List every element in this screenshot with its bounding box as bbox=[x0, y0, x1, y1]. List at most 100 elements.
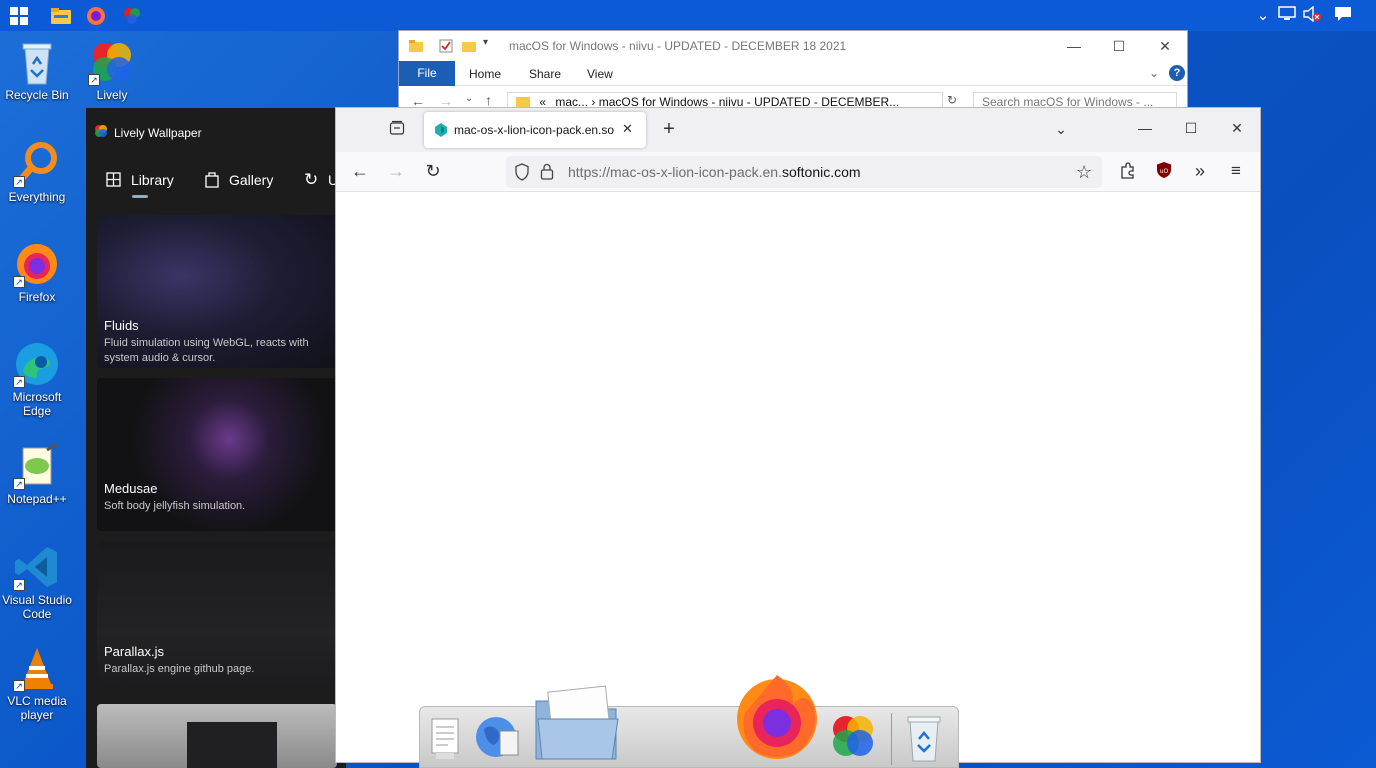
lock-icon[interactable] bbox=[540, 163, 554, 185]
ribbon-tab-view[interactable]: View bbox=[587, 67, 613, 81]
help-icon[interactable]: ? bbox=[1169, 65, 1185, 81]
wallpaper-name: Parallax.js bbox=[104, 644, 164, 659]
windows-start-icon[interactable] bbox=[8, 5, 30, 27]
shortcut-arrow-icon: ↗ bbox=[13, 478, 25, 490]
network-globe-icon[interactable] bbox=[472, 711, 524, 768]
extensions-icon[interactable] bbox=[1117, 161, 1139, 183]
ublock-origin-icon[interactable]: uO bbox=[1153, 161, 1175, 183]
maximize-button[interactable]: ☐ bbox=[1180, 118, 1202, 140]
desktop-icon-label: Microsoft Edge bbox=[12, 390, 62, 418]
softonic-favicon-icon bbox=[434, 123, 448, 142]
desktop-icon-recycle-bin[interactable]: Recycle Bin bbox=[0, 38, 74, 102]
ribbon-tab-home[interactable]: Home bbox=[469, 67, 501, 81]
minimize-button[interactable]: — bbox=[1051, 31, 1097, 61]
desktop-icon-everything[interactable]: ↗ Everything bbox=[0, 140, 74, 204]
ribbon-tab-share[interactable]: Share bbox=[529, 67, 561, 81]
nav-library[interactable]: Library bbox=[131, 172, 174, 188]
folder-icon bbox=[409, 39, 423, 57]
quick-access-dropdown-icon[interactable]: ▾ bbox=[483, 37, 488, 48]
list-all-tabs-icon[interactable]: ⌄ bbox=[1050, 119, 1072, 141]
back-icon[interactable]: ← bbox=[349, 161, 371, 183]
desktop-icon-label: VLC media player bbox=[7, 694, 67, 722]
tracking-shield-icon[interactable] bbox=[514, 163, 530, 186]
lively-title: Lively Wallpaper bbox=[114, 126, 202, 140]
network-icon[interactable] bbox=[1277, 6, 1297, 26]
lively-icon[interactable] bbox=[121, 5, 143, 27]
firefox-nav-bar: ← → ↻ https://mac-os-x-lion-icon-pack.en… bbox=[336, 152, 1260, 192]
vscode-icon: ↗ bbox=[13, 543, 61, 591]
properties-check-icon[interactable] bbox=[439, 39, 453, 58]
shortcut-arrow-icon: ↗ bbox=[13, 376, 25, 388]
url-text: https://mac-os-x-lion-icon-pack.en.softo… bbox=[568, 164, 861, 180]
desktop-icon-notepad-plus-plus[interactable]: ↗ Notepad++ bbox=[0, 442, 74, 506]
new-tab-icon[interactable]: + bbox=[658, 119, 680, 141]
ribbon-tab-file[interactable]: File bbox=[399, 61, 455, 86]
lively-icon[interactable] bbox=[828, 711, 878, 766]
firefox-icon[interactable] bbox=[733, 671, 821, 768]
up-arrow-icon[interactable]: ↑ bbox=[485, 92, 492, 108]
desktop-icon-lively[interactable]: ↗ Lively bbox=[75, 38, 149, 102]
textedit-icon[interactable] bbox=[428, 715, 464, 768]
wallpaper-name: Medusae bbox=[104, 481, 158, 496]
notification-icon[interactable] bbox=[1333, 6, 1353, 26]
desktop-icon-label: Visual Studio Code bbox=[2, 593, 72, 621]
shortcut-arrow-icon: ↗ bbox=[13, 579, 25, 591]
edge-icon: ↗ bbox=[13, 340, 61, 388]
firefox-view-icon[interactable] bbox=[386, 120, 408, 142]
wallpaper-card-parallax[interactable]: Parallax.js Parallax.js engine github pa… bbox=[97, 541, 337, 694]
browser-tab-active[interactable]: mac-os-x-lion-icon-pack.en.so ✕ bbox=[424, 112, 646, 148]
desktop-icon-label: Recycle Bin bbox=[5, 88, 69, 102]
more-tools-icon[interactable]: » bbox=[1189, 161, 1211, 183]
desktop-icon-vlc[interactable]: ↗ VLC media player bbox=[0, 644, 74, 722]
desktop-icon-edge[interactable]: ↗ Microsoft Edge bbox=[0, 340, 74, 418]
desktop-icon-vscode[interactable]: ↗ Visual Studio Code bbox=[0, 543, 74, 621]
close-button[interactable]: ✕ bbox=[1142, 31, 1188, 61]
wallpaper-card-fluids[interactable]: Fluids Fluid simulation using WebGL, rea… bbox=[97, 215, 337, 368]
wallpaper-name: Fluids bbox=[104, 318, 139, 333]
app-menu-icon[interactable]: ≡ bbox=[1225, 161, 1247, 183]
new-folder-icon[interactable] bbox=[462, 39, 476, 57]
wallpaper-description: Parallax.js engine github page. bbox=[104, 663, 255, 675]
recycle-bin-icon bbox=[13, 38, 61, 86]
recent-locations-icon[interactable]: ⌄ bbox=[465, 93, 473, 104]
vlc-icon: ↗ bbox=[13, 644, 61, 692]
firefox-icon[interactable] bbox=[85, 5, 107, 27]
everything-icon: ↗ bbox=[13, 140, 61, 188]
lively-wallpaper-window[interactable]: Lively Wallpaper Library Gallery ↻ U Flu… bbox=[86, 108, 346, 768]
desktop-icon-label: Everything bbox=[8, 190, 66, 204]
file-explorer-icon[interactable] bbox=[50, 5, 72, 27]
refresh-icon[interactable]: ↻ bbox=[947, 93, 957, 107]
desktop-icon-firefox[interactable]: ↗ Firefox bbox=[0, 240, 74, 304]
firefox-icon: ↗ bbox=[13, 240, 61, 288]
lively-icon: ↗ bbox=[88, 38, 136, 86]
close-button[interactable]: ✕ bbox=[1226, 118, 1248, 140]
wallpaper-card-4[interactable] bbox=[97, 704, 337, 768]
forward-icon[interactable]: → bbox=[385, 161, 407, 183]
taskbar: ⌄ bbox=[0, 0, 1376, 31]
minimize-button[interactable]: — bbox=[1134, 118, 1156, 140]
chevron-up-icon[interactable]: ⌄ bbox=[1253, 6, 1273, 26]
firefox-window[interactable]: mac-os-x-lion-icon-pack.en.so ✕ + ⌄ — ☐ … bbox=[335, 107, 1261, 763]
svg-text:uO: uO bbox=[1160, 168, 1169, 175]
nav-gallery[interactable]: Gallery bbox=[229, 172, 273, 188]
explorer-titlebar[interactable]: ▾ macOS for Windows - niivu - UPDATED - … bbox=[399, 31, 1187, 61]
maximize-button[interactable]: ☐ bbox=[1096, 31, 1142, 61]
reload-icon[interactable]: ↻ bbox=[422, 161, 444, 183]
bookmark-star-icon[interactable]: ☆ bbox=[1076, 162, 1092, 183]
wallpaper-description: Fluid simulation using WebGL, reacts wit… bbox=[104, 337, 309, 364]
url-bar[interactable]: https://mac-os-x-lion-icon-pack.en.softo… bbox=[506, 156, 1102, 188]
shortcut-arrow-icon: ↗ bbox=[13, 680, 25, 692]
shortcut-arrow-icon: ↗ bbox=[13, 276, 25, 288]
explorer-title: macOS for Windows - niivu - UPDATED - DE… bbox=[509, 39, 847, 53]
folder-icon[interactable] bbox=[532, 681, 620, 768]
ribbon-expand-icon[interactable]: ⌄ bbox=[1149, 66, 1159, 80]
close-tab-icon[interactable]: ✕ bbox=[622, 121, 633, 137]
trash-icon[interactable] bbox=[904, 713, 944, 768]
wallpaper-card-medusae[interactable]: Medusae Soft body jellyfish simulation. bbox=[97, 378, 337, 531]
shortcut-arrow-icon: ↗ bbox=[13, 176, 25, 188]
dock-bar bbox=[419, 675, 959, 768]
volume-muted-icon[interactable] bbox=[1302, 5, 1322, 26]
desktop-icon-label: Notepad++ bbox=[7, 492, 67, 506]
tab-title: mac-os-x-lion-icon-pack.en.so bbox=[454, 123, 614, 137]
notepad-plus-plus-icon: ↗ bbox=[13, 442, 61, 490]
